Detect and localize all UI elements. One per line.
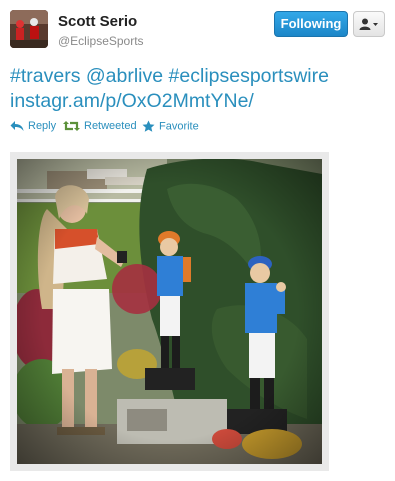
tweet-header: Scott Serio @EclipseSports Following (10, 10, 385, 55)
favorite-icon (142, 120, 155, 132)
hashtag-travers[interactable]: #travers (10, 65, 80, 87)
avatar[interactable] (10, 10, 48, 48)
retweet-icon (63, 121, 80, 132)
avatar-image (10, 10, 48, 48)
reply-action[interactable]: Reply (10, 120, 56, 132)
reply-icon (10, 121, 24, 132)
user-actions-button[interactable] (353, 11, 385, 37)
user-name[interactable]: Scott Serio (58, 13, 137, 30)
mention-abrlive[interactable]: @abrlive (86, 65, 163, 87)
tweet-text: #travers @abrlive #eclipsesportswire ins… (10, 64, 385, 114)
photo-frame[interactable] (10, 152, 329, 471)
instagram-photo[interactable] (17, 159, 322, 464)
user-icon (359, 18, 378, 31)
instagram-link[interactable]: instagr.am/p/OxO2MmtYNe/ (10, 90, 254, 112)
favorite-label: Favorite (159, 120, 199, 133)
retweeted-action[interactable]: Retweeted (63, 120, 137, 132)
following-button[interactable]: Following (274, 11, 348, 37)
reply-label: Reply (28, 120, 57, 133)
user-handle[interactable]: @EclipseSports (58, 34, 144, 48)
favorite-action[interactable]: Favorite (142, 120, 199, 133)
hashtag-eclipsesportswire[interactable]: #eclipsesportswire (169, 65, 329, 87)
caret-down-icon (373, 23, 378, 27)
retweeted-label: Retweeted (84, 120, 137, 133)
